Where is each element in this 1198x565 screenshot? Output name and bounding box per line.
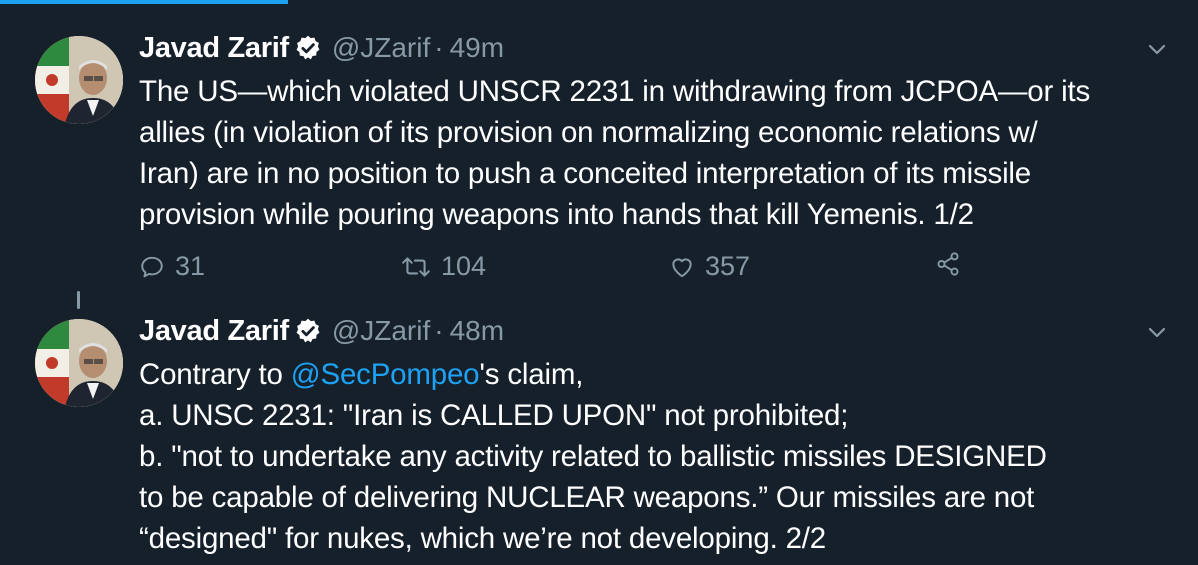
retweet-button[interactable]: 104 (401, 251, 486, 282)
tweet-header: Javad Zarif @JZarif · 49m (139, 28, 504, 68)
reply-button[interactable]: 31 (139, 251, 205, 282)
tweet-text-line: The US—which violated UNSCR 2231 in with… (139, 75, 1091, 108)
reply-count: 31 (175, 251, 206, 281)
profile-photo-icon (35, 36, 123, 124)
avatar[interactable] (35, 319, 123, 407)
like-count: 357 (705, 251, 751, 281)
like-button[interactable]: 357 (669, 251, 750, 282)
chevron-down-icon[interactable] (1146, 38, 1168, 60)
tweet-text-line: Contrary to @SecPompeo's claim, (139, 354, 1179, 395)
profile-photo-icon (35, 319, 123, 407)
verified-badge-icon (294, 317, 322, 345)
share-icon (937, 252, 959, 276)
verified-badge-icon (294, 34, 322, 62)
avatar[interactable] (35, 36, 123, 124)
separator-dot: · (434, 32, 444, 63)
author-name[interactable]: Javad Zarif (139, 32, 289, 65)
tweet-text-line: “designed" for nukes, which we’re not de… (139, 522, 826, 555)
tweet-actions: 31 104 357 (139, 251, 979, 285)
tweet-text-line: a. UNSC 2231: "Iran is CALLED UPON" not … (139, 399, 849, 432)
tweet-text-line: allies (in violation of its provision on… (139, 116, 1038, 149)
heart-icon (672, 258, 692, 277)
loading-progress-fill (0, 0, 288, 4)
tweet-text-line: to be capable of delivering NUCLEAR weap… (139, 481, 1035, 514)
mention-link[interactable]: @SecPompeo (291, 358, 480, 391)
tweet-text-line: provision while pouring weapons into han… (139, 198, 974, 231)
author-name[interactable]: Javad Zarif (139, 315, 289, 348)
author-handle[interactable]: @JZarif (332, 32, 430, 64)
tweet-text: Contrary to @SecPompeo's claim, a. UNSC … (139, 354, 1179, 559)
tweet-timestamp[interactable]: 49m (450, 32, 504, 64)
tweet-timestamp[interactable]: 48m (450, 315, 504, 347)
retweet-icon (402, 256, 430, 277)
thread-connector-line (77, 291, 80, 309)
author-handle[interactable]: @JZarif (332, 315, 430, 347)
separator-dot: · (434, 315, 444, 346)
share-button[interactable] (935, 251, 971, 277)
tweet-text-line: b. "not to undertake any activity relate… (139, 440, 1047, 473)
tweet-header: Javad Zarif @JZarif · 48m (139, 311, 504, 351)
timeline: Javad Zarif @JZarif · 49m The US—which v… (0, 6, 1198, 565)
tweet-text-line: Iran) are in no position to push a conce… (139, 157, 1031, 190)
retweet-count: 104 (441, 251, 487, 281)
chevron-down-icon[interactable] (1146, 321, 1168, 343)
text-fragment: 's claim, (479, 358, 584, 391)
reply-icon (141, 256, 163, 277)
text-fragment: Contrary to (139, 358, 291, 391)
tweet-text: The US—which violated UNSCR 2231 in with… (139, 71, 1179, 235)
